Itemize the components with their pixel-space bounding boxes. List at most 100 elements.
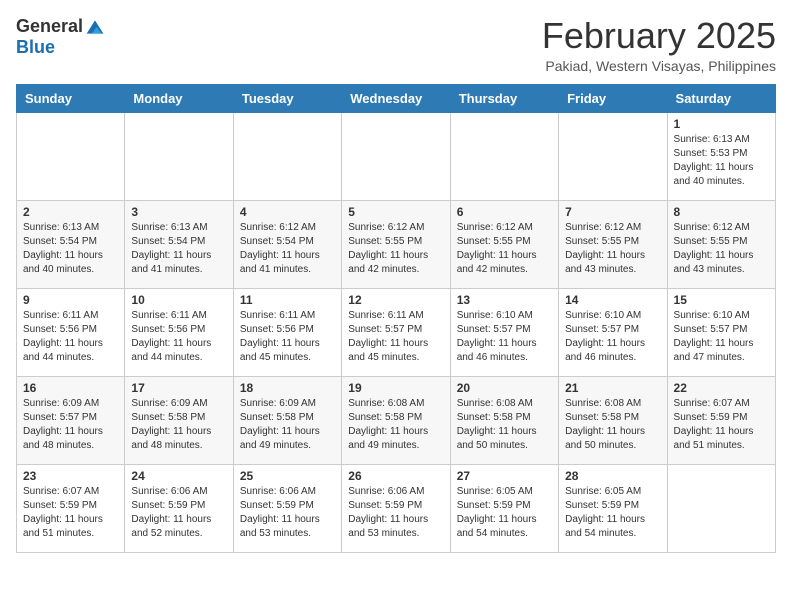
day-info: Sunrise: 6:05 AM Sunset: 5:59 PM Dayligh… (565, 485, 660, 541)
calendar-cell: 25Sunrise: 6:06 AM Sunset: 5:59 PM Dayli… (233, 464, 341, 552)
day-info: Sunrise: 6:10 AM Sunset: 5:57 PM Dayligh… (457, 309, 552, 365)
day-number: 8 (674, 205, 769, 219)
day-info: Sunrise: 6:08 AM Sunset: 5:58 PM Dayligh… (348, 397, 443, 453)
calendar-cell (342, 112, 450, 200)
day-info: Sunrise: 6:06 AM Sunset: 5:59 PM Dayligh… (131, 485, 226, 541)
day-info: Sunrise: 6:11 AM Sunset: 5:56 PM Dayligh… (240, 309, 335, 365)
weekday-header-monday: Monday (125, 84, 233, 112)
title-block: February 2025 Pakiad, Western Visayas, P… (542, 16, 776, 74)
day-number: 16 (23, 381, 118, 395)
weekday-header-friday: Friday (559, 84, 667, 112)
calendar-cell: 9 Sunrise: 6:11 AM Sunset: 5:56 PM Daylig… (17, 288, 125, 376)
day-info: Sunrise: 6:12 AM Sunset: 5:55 PM Dayligh… (565, 221, 660, 277)
calendar-week-row: 23 Sunrise: 6:07 AM Sunset: 5:59 PM Dayli… (17, 464, 776, 552)
day-info: Sunrise: 6:11 AM Sunset: 5:56 PM Dayligh… (23, 309, 118, 365)
day-number: 9 (23, 293, 118, 307)
calendar-cell: 22 Sunrise: 6:07 AM Sunset: 5:59 PM Dayli… (667, 376, 775, 464)
day-number: 23 (23, 469, 118, 483)
calendar-cell: 1Sunrise: 6:13 AM Sunset: 5:53 PM Daylig… (667, 112, 775, 200)
calendar-cell: 27Sunrise: 6:05 AM Sunset: 5:59 PM Dayli… (450, 464, 558, 552)
day-info: Sunrise: 6:11 AM Sunset: 5:57 PM Dayligh… (348, 309, 443, 365)
day-info: Sunrise: 6:12 AM Sunset: 5:55 PM Dayligh… (348, 221, 443, 277)
day-number: 11 (240, 293, 335, 307)
calendar-cell: 12 Sunrise: 6:11 AM Sunset: 5:57 PM Dayli… (342, 288, 450, 376)
day-number: 3 (131, 205, 226, 219)
calendar-cell: 11 Sunrise: 6:11 AM Sunset: 5:56 PM Dayli… (233, 288, 341, 376)
day-number: 12 (348, 293, 443, 307)
day-number: 15 (674, 293, 769, 307)
day-number: 2 (23, 205, 118, 219)
calendar-cell (559, 112, 667, 200)
calendar-cell: 7 Sunrise: 6:12 AM Sunset: 5:55 PM Daylig… (559, 200, 667, 288)
weekday-header-wednesday: Wednesday (342, 84, 450, 112)
day-info: Sunrise: 6:08 AM Sunset: 5:58 PM Dayligh… (565, 397, 660, 453)
calendar-week-row: 16 Sunrise: 6:09 AM Sunset: 5:57 PM Dayli… (17, 376, 776, 464)
logo-blue-text: Blue (16, 37, 55, 58)
weekday-header-sunday: Sunday (17, 84, 125, 112)
weekday-header-saturday: Saturday (667, 84, 775, 112)
day-number: 17 (131, 381, 226, 395)
calendar-cell: 3 Sunrise: 6:13 AM Sunset: 5:54 PM Daylig… (125, 200, 233, 288)
logo-icon (85, 17, 105, 37)
calendar-cell (450, 112, 558, 200)
day-number: 10 (131, 293, 226, 307)
calendar-cell: 21 Sunrise: 6:08 AM Sunset: 5:58 PM Dayli… (559, 376, 667, 464)
day-info: Sunrise: 6:10 AM Sunset: 5:57 PM Dayligh… (674, 309, 769, 365)
day-number: 13 (457, 293, 552, 307)
calendar-cell: 20 Sunrise: 6:08 AM Sunset: 5:58 PM Dayli… (450, 376, 558, 464)
calendar-cell: 19 Sunrise: 6:08 AM Sunset: 5:58 PM Dayli… (342, 376, 450, 464)
day-info: Sunrise: 6:13 AM Sunset: 5:53 PM Dayligh… (674, 133, 769, 189)
calendar-cell: 23 Sunrise: 6:07 AM Sunset: 5:59 PM Dayli… (17, 464, 125, 552)
day-info: Sunrise: 6:07 AM Sunset: 5:59 PM Dayligh… (23, 485, 118, 541)
day-info: Sunrise: 6:12 AM Sunset: 5:54 PM Dayligh… (240, 221, 335, 277)
calendar-cell: 2 Sunrise: 6:13 AM Sunset: 5:54 PM Daylig… (17, 200, 125, 288)
day-info: Sunrise: 6:11 AM Sunset: 5:56 PM Dayligh… (131, 309, 226, 365)
day-info: Sunrise: 6:12 AM Sunset: 5:55 PM Dayligh… (457, 221, 552, 277)
day-info: Sunrise: 6:09 AM Sunset: 5:58 PM Dayligh… (131, 397, 226, 453)
day-info: Sunrise: 6:09 AM Sunset: 5:57 PM Dayligh… (23, 397, 118, 453)
day-number: 14 (565, 293, 660, 307)
calendar-cell: 26Sunrise: 6:06 AM Sunset: 5:59 PM Dayli… (342, 464, 450, 552)
calendar-cell (667, 464, 775, 552)
day-number: 6 (457, 205, 552, 219)
logo-general-text: General (16, 16, 83, 37)
day-info: Sunrise: 6:09 AM Sunset: 5:58 PM Dayligh… (240, 397, 335, 453)
day-number: 21 (565, 381, 660, 395)
day-info: Sunrise: 6:07 AM Sunset: 5:59 PM Dayligh… (674, 397, 769, 453)
day-number: 20 (457, 381, 552, 395)
calendar-cell: 8Sunrise: 6:12 AM Sunset: 5:55 PM Daylig… (667, 200, 775, 288)
calendar-week-row: 9 Sunrise: 6:11 AM Sunset: 5:56 PM Daylig… (17, 288, 776, 376)
calendar-cell: 16 Sunrise: 6:09 AM Sunset: 5:57 PM Dayli… (17, 376, 125, 464)
day-info: Sunrise: 6:13 AM Sunset: 5:54 PM Dayligh… (131, 221, 226, 277)
day-number: 5 (348, 205, 443, 219)
logo: General Blue (16, 16, 105, 58)
day-number: 18 (240, 381, 335, 395)
day-number: 22 (674, 381, 769, 395)
weekday-header-thursday: Thursday (450, 84, 558, 112)
day-info: Sunrise: 6:13 AM Sunset: 5:54 PM Dayligh… (23, 221, 118, 277)
calendar-cell: 24Sunrise: 6:06 AM Sunset: 5:59 PM Dayli… (125, 464, 233, 552)
weekday-header-row: SundayMondayTuesdayWednesdayThursdayFrid… (17, 84, 776, 112)
weekday-header-tuesday: Tuesday (233, 84, 341, 112)
calendar-cell (17, 112, 125, 200)
calendar-cell: 4Sunrise: 6:12 AM Sunset: 5:54 PM Daylig… (233, 200, 341, 288)
day-info: Sunrise: 6:06 AM Sunset: 5:59 PM Dayligh… (240, 485, 335, 541)
month-title: February 2025 (542, 16, 776, 56)
calendar-week-row: 1Sunrise: 6:13 AM Sunset: 5:53 PM Daylig… (17, 112, 776, 200)
calendar-cell (125, 112, 233, 200)
calendar-cell (233, 112, 341, 200)
calendar-cell: 14 Sunrise: 6:10 AM Sunset: 5:57 PM Dayli… (559, 288, 667, 376)
day-info: Sunrise: 6:06 AM Sunset: 5:59 PM Dayligh… (348, 485, 443, 541)
calendar-cell: 13 Sunrise: 6:10 AM Sunset: 5:57 PM Dayli… (450, 288, 558, 376)
calendar-cell: 18 Sunrise: 6:09 AM Sunset: 5:58 PM Dayli… (233, 376, 341, 464)
day-info: Sunrise: 6:10 AM Sunset: 5:57 PM Dayligh… (565, 309, 660, 365)
calendar-week-row: 2 Sunrise: 6:13 AM Sunset: 5:54 PM Daylig… (17, 200, 776, 288)
calendar-cell: 15 Sunrise: 6:10 AM Sunset: 5:57 PM Dayli… (667, 288, 775, 376)
day-number: 19 (348, 381, 443, 395)
day-number: 28 (565, 469, 660, 483)
calendar-cell: 28 Sunrise: 6:05 AM Sunset: 5:59 PM Dayli… (559, 464, 667, 552)
day-info: Sunrise: 6:08 AM Sunset: 5:58 PM Dayligh… (457, 397, 552, 453)
page-header: General Blue February 2025 Pakiad, Weste… (16, 16, 776, 74)
day-number: 7 (565, 205, 660, 219)
calendar-cell: 6 Sunrise: 6:12 AM Sunset: 5:55 PM Daylig… (450, 200, 558, 288)
